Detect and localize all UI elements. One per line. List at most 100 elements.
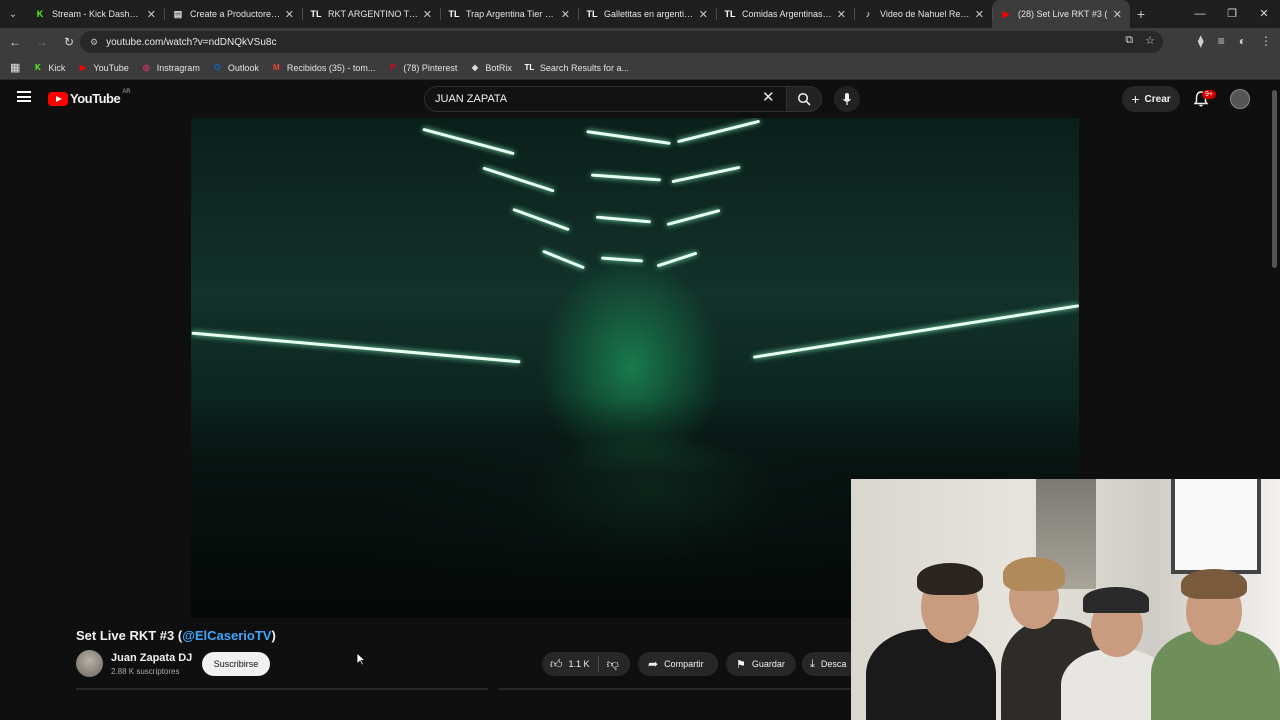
bookmark-star-icon[interactable]: ☆: [1145, 34, 1155, 47]
address-bar[interactable]: ⚙ youtube.com/watch?v=ndDNQkVSu8c ⧉ ☆: [80, 31, 1163, 53]
bookmark-item[interactable]: O Outlook: [212, 62, 259, 73]
youtube-logo-text: YouTube: [70, 91, 121, 106]
tab-favicon-icon: ♪: [865, 9, 871, 19]
video-title: Set Live RKT #3 (@ElCaserioTV): [76, 628, 276, 643]
bookmark-label: Outlook: [227, 62, 259, 73]
new-tab-button[interactable]: +: [1130, 0, 1152, 28]
tab-close-icon[interactable]: ✕: [975, 8, 984, 21]
voice-search-button[interactable]: [834, 86, 860, 112]
bookmark-item[interactable]: K Kick: [32, 62, 65, 73]
bookmark-favicon-icon: K: [35, 63, 41, 72]
bookmark-favicon-icon: ◎: [142, 63, 150, 72]
save-button[interactable]: ⚑ Guardar: [726, 652, 796, 676]
tab-title: Create a Productores RKT: [190, 9, 281, 19]
url-text: youtube.com/watch?v=ndDNQkVSu8c: [106, 36, 277, 48]
youtube-logo[interactable]: YouTube AR: [48, 88, 131, 106]
bookmark-favicon-icon: ▶: [79, 63, 86, 72]
tab-title: RKT ARGENTINO Tier List: [328, 9, 419, 19]
subscribe-button[interactable]: Suscribirse: [202, 652, 270, 676]
clear-search-icon[interactable]: ✕: [762, 90, 775, 106]
minimize-icon[interactable]: —: [1184, 0, 1216, 28]
tab-close-icon[interactable]: ✕: [837, 8, 846, 21]
create-button[interactable]: + Crear: [1122, 86, 1180, 112]
youtube-play-icon: [48, 91, 68, 106]
tab-close-icon[interactable]: ✕: [285, 8, 294, 21]
channel-name[interactable]: Juan Zapata DJ: [111, 652, 192, 664]
browser-tab[interactable]: ▶ (28) Set Live RKT #3 (✕: [992, 0, 1130, 28]
bookmark-item[interactable]: ◆ BotRix: [469, 62, 512, 73]
tab-close-icon[interactable]: ✕: [147, 8, 156, 21]
like-count: 1.1 K: [568, 659, 590, 669]
channel-mention-link[interactable]: @ElCaserioTV: [182, 628, 271, 643]
download-button[interactable]: ⤓ Desca: [802, 652, 851, 676]
browser-tab[interactable]: TL Comidas Argentinas Tier ✕: [716, 0, 854, 28]
bookmark-item[interactable]: ▶ YouTube: [77, 62, 129, 73]
youtube-header: YouTube AR JUAN ZAPATA ✕ + Crear 9+: [0, 80, 1280, 118]
like-button[interactable]: 👍︎ 1.1 K: [542, 657, 598, 672]
apps-grid-icon[interactable]: ▦: [10, 61, 20, 74]
browser-tab[interactable]: K Stream - Kick Dashboard ✕: [26, 0, 164, 28]
bookmark-label: (78) Pinterest: [403, 62, 458, 73]
subscriber-count: 2.88 K suscriptores: [111, 667, 180, 676]
bookmark-item[interactable]: ◎ Instragram: [141, 62, 200, 73]
profile-icon[interactable]: ◐: [1239, 34, 1246, 48]
tab-search-chevron-icon[interactable]: ⌄: [0, 0, 26, 28]
install-app-icon[interactable]: ⧉: [1125, 34, 1133, 47]
bookmark-item[interactable]: TL Search Results for a...: [524, 62, 629, 73]
tab-close-icon[interactable]: ✕: [1113, 8, 1122, 21]
menu-hamburger-icon[interactable]: [17, 91, 31, 102]
bookmark-label: BotRix: [485, 62, 512, 73]
search-input[interactable]: JUAN ZAPATA: [424, 86, 788, 112]
channel-avatar[interactable]: [76, 650, 103, 677]
bookmark-favicon-icon: P: [390, 63, 396, 72]
reload-icon[interactable]: ↻: [57, 35, 81, 49]
bookmark-item[interactable]: M Recibidos (35) - tom...: [271, 62, 376, 73]
forward-arrow-icon[interactable]: →: [30, 35, 54, 49]
thumbs-up-icon: 👍︎: [550, 656, 563, 671]
mouse-cursor: [356, 652, 366, 666]
tab-close-icon[interactable]: ✕: [561, 8, 570, 21]
omnibox-actions: ⧉ ☆: [1125, 34, 1155, 47]
bookmark-item[interactable]: P (78) Pinterest: [387, 62, 457, 73]
bookmark-label: Kick: [48, 62, 66, 73]
extensions-puzzle-icon[interactable]: ⧫: [1198, 34, 1204, 48]
tab-close-icon[interactable]: ✕: [423, 8, 432, 21]
tab-close-icon[interactable]: ✕: [699, 8, 708, 21]
bookmark-label: YouTube: [93, 62, 129, 73]
window-controls: — ❐ ✕: [1184, 0, 1280, 28]
browser-tab[interactable]: ▤ Create a Productores RKT ✕: [164, 0, 302, 28]
tab-title: Galletitas en argentina Ti: [604, 9, 695, 19]
tab-title: Video de Nahuel Rey (@: [880, 9, 971, 19]
bookmark-favicon-icon: ◆: [471, 63, 478, 72]
tab-favicon-icon: TL: [310, 9, 322, 19]
share-arrow-icon: ➦: [648, 657, 659, 671]
tab-favicon-icon: TL: [724, 9, 736, 19]
bookmark-label: Search Results for a...: [539, 62, 629, 73]
tab-favicon-icon: ▶: [1002, 8, 1010, 19]
create-label: Crear: [1144, 93, 1171, 105]
share-button[interactable]: ➦ Compartir: [638, 652, 718, 676]
browser-tab[interactable]: TL RKT ARGENTINO Tier List ✕: [302, 0, 440, 28]
bookmark-favicon-icon: TL: [524, 63, 535, 72]
account-avatar[interactable]: [1230, 89, 1250, 109]
page-scrollbar[interactable]: [1272, 90, 1277, 268]
country-code: AR: [122, 88, 131, 95]
search-button[interactable]: [786, 86, 822, 112]
media-queue-icon[interactable]: ≡: [1218, 34, 1225, 48]
bookmark-label: Instragram: [156, 62, 200, 73]
bookmark-label: Recibidos (35) - tom...: [286, 62, 376, 73]
chrome-menu-icon[interactable]: ⋮: [1260, 34, 1272, 48]
restore-icon[interactable]: ❐: [1216, 0, 1248, 28]
browser-tab[interactable]: ♪ Video de Nahuel Rey (@ ✕: [854, 0, 992, 28]
browser-tab[interactable]: TL Trap Argentina Tier List M ✕: [440, 0, 578, 28]
back-arrow-icon[interactable]: ←: [3, 35, 27, 49]
plus-icon: +: [1131, 91, 1140, 107]
close-window-icon[interactable]: ✕: [1248, 0, 1280, 28]
bookmark-favicon-icon: O: [214, 63, 221, 72]
tab-title: Comidas Argentinas Tier: [742, 9, 833, 19]
site-info-icon[interactable]: ⚙: [90, 37, 98, 48]
bookmark-icon: ⚑: [736, 658, 746, 671]
browser-tab[interactable]: TL Galletitas en argentina Ti ✕: [578, 0, 716, 28]
thumbs-down-icon[interactable]: 👎︎: [599, 657, 627, 672]
webcam-overlay: [851, 479, 1280, 720]
